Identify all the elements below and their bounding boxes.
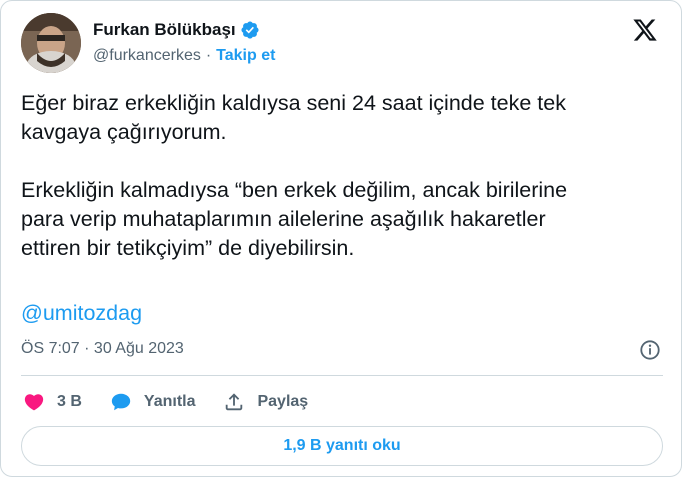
share-button[interactable]: Paylaş [223,391,308,413]
author-handle[interactable]: @furkancerkes [93,47,201,65]
follow-button[interactable]: Takip et [216,47,275,65]
display-name[interactable]: Furkan Bölükbaşı [93,20,236,40]
tweet-text: Eğer biraz erkekliğin kaldıysa seni 24 s… [21,91,568,260]
reply-label: Yanıtla [143,393,196,410]
share-upload-icon [226,393,243,411]
like-button[interactable]: 3 B [23,391,82,413]
verified-badge-icon [241,21,259,39]
tweet-timestamp[interactable]: ÖS 7:07 · 30 Ağu 2023 [21,340,184,358]
tweet-card: Furkan Bölükbaşı @furkancerkes · Takip e… [0,0,682,477]
handle-row: @furkancerkes · Takip et [93,47,275,65]
divider [21,375,663,376]
separator-dot: · [205,47,212,64]
x-logo-icon[interactable] [631,17,659,43]
author-info: Furkan Bölükbaşı @furkancerkes · Takip e… [93,19,275,65]
read-replies-button[interactable]: 1,9 B yanıtı oku [21,426,663,466]
heart-icon [24,394,44,411]
mention-link[interactable]: @umitozdag [21,301,142,326]
avatar[interactable] [21,13,81,73]
avatar-image [21,13,81,73]
info-icon[interactable] [639,339,661,361]
reply-button[interactable]: Yanıtla [110,391,196,413]
name-row: Furkan Bölükbaşı [93,19,275,41]
tweet-header: Furkan Bölükbaşı @furkancerkes · Takip e… [21,13,663,73]
like-count: 3 B [57,393,82,410]
share-label: Paylaş [257,393,309,410]
reply-bubble-icon [111,393,131,411]
action-bar: 3 B Yanıtla Paylaş [23,391,336,413]
